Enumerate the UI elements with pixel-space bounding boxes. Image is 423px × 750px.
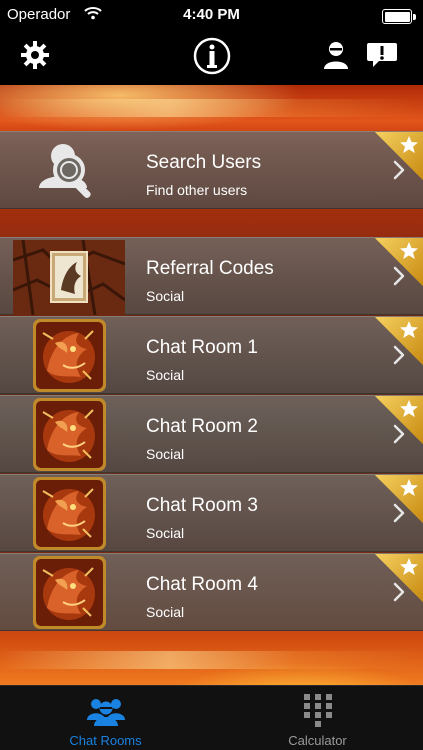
- list-row-chat-room-4[interactable]: Chat Room 4 Social: [0, 553, 423, 631]
- tab-calculator[interactable]: Calculator: [212, 686, 423, 750]
- row-subtitle: Find other users: [146, 182, 248, 198]
- star-badge-icon: [375, 396, 423, 444]
- row-title: Chat Room 2: [146, 416, 258, 437]
- tab-label: Chat Rooms: [69, 733, 142, 748]
- referral-card-image: [12, 239, 126, 316]
- tab-chat-rooms[interactable]: Chat Rooms: [0, 686, 211, 750]
- list-row-chat-room-2[interactable]: Chat Room 2 Social: [0, 395, 423, 473]
- search-users-icon: [33, 140, 103, 204]
- group-icon: [86, 694, 126, 733]
- list-row-chat-room-3[interactable]: Chat Room 3 Social: [0, 474, 423, 552]
- list-row-chat-room-1[interactable]: Chat Room 1 Social: [0, 316, 423, 394]
- background-streak: [0, 99, 423, 117]
- row-title: Referral Codes: [146, 258, 274, 279]
- navigation-bar: [0, 30, 423, 85]
- dragon-image: [33, 398, 106, 471]
- row-title: Chat Room 3: [146, 495, 258, 516]
- status-bar: Operador 4:40 PM: [0, 0, 423, 30]
- star-badge-icon: [375, 238, 423, 286]
- user-icon[interactable]: [320, 39, 352, 71]
- row-subtitle: Social: [146, 367, 185, 383]
- star-badge-icon: [375, 554, 423, 602]
- row-subtitle: Social: [146, 604, 185, 620]
- row-subtitle: Social: [146, 525, 185, 541]
- battery-icon: [382, 9, 416, 24]
- row-title: Chat Room 4: [146, 574, 258, 595]
- info-icon[interactable]: [192, 36, 232, 76]
- row-subtitle: Social: [146, 288, 185, 304]
- dragon-image: [33, 477, 106, 550]
- tab-label: Calculator: [288, 733, 347, 748]
- background-streak: [0, 651, 423, 669]
- clock: 4:40 PM: [183, 6, 240, 23]
- keypad-icon: [303, 694, 332, 733]
- star-badge-icon: [375, 475, 423, 523]
- star-badge-icon: [375, 317, 423, 365]
- list-row-referral-codes[interactable]: Referral Codes Social: [0, 237, 423, 316]
- chat-alert-icon[interactable]: [365, 39, 399, 71]
- dragon-image: [33, 556, 106, 629]
- row-title: Search Users: [146, 152, 262, 173]
- gear-icon[interactable]: [19, 39, 51, 71]
- row-subtitle: Social: [146, 446, 185, 462]
- tab-bar: Chat Rooms Calculator: [0, 685, 423, 750]
- list-row-search-users[interactable]: Search Users Find other users: [0, 131, 423, 209]
- star-badge-icon: [375, 132, 423, 180]
- dragon-image: [33, 319, 106, 392]
- row-title: Chat Room 1: [146, 337, 258, 358]
